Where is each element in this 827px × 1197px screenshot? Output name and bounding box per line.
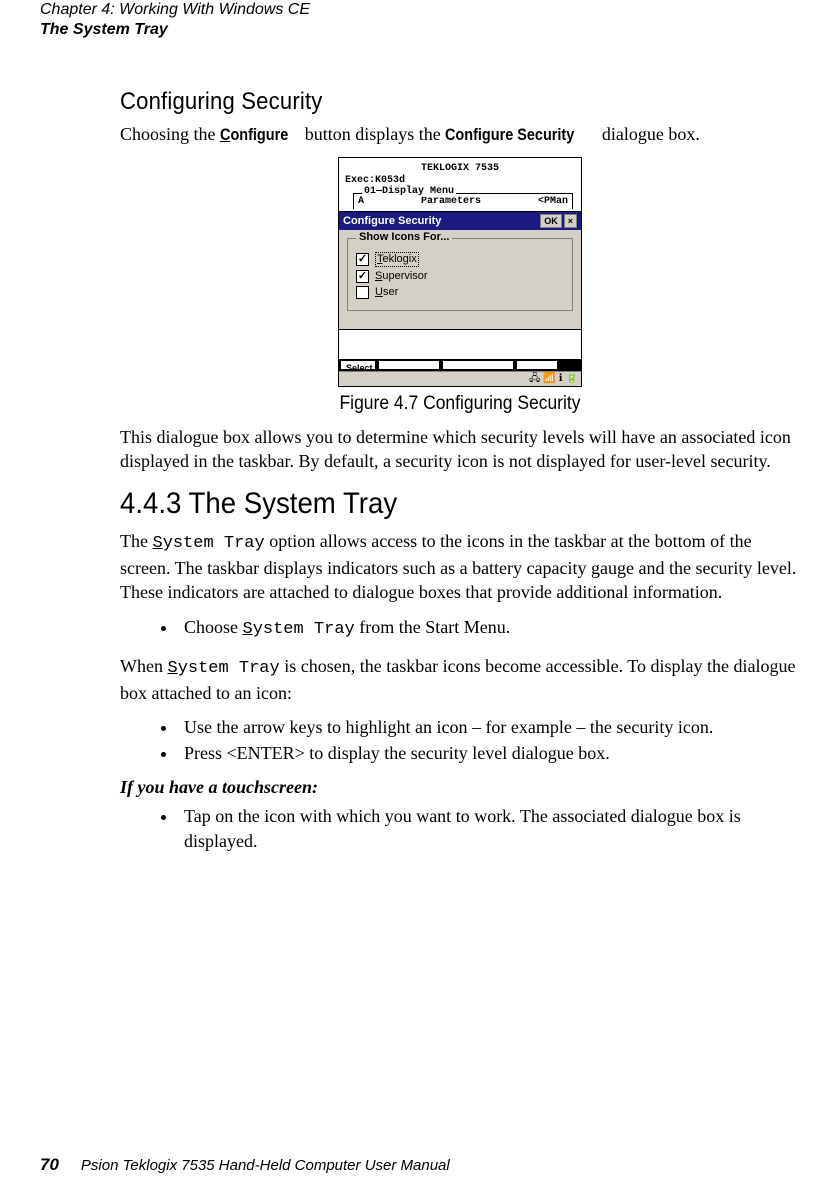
bullet-choose-system-tray: Choose System Tray from the Start Menu.: [178, 615, 800, 642]
start-menu-label: Start Menu: [425, 617, 506, 637]
ok-button[interactable]: OK: [540, 214, 562, 228]
dialog-body: Show Icons For... ✓ Teklogix ✓ Superviso…: [339, 230, 581, 329]
text: When: [120, 656, 167, 676]
configure-security-label: Configure Security: [445, 124, 574, 147]
display-menu-caption: 01—Display Menu: [362, 186, 456, 198]
bullet-list-choose: Choose System Tray from the Start Menu.: [120, 615, 800, 642]
text: Choosing the: [120, 124, 220, 144]
text: .: [506, 617, 511, 637]
bullet-press-enter: Press <ENTER> to display the security le…: [178, 741, 800, 765]
dialog-title-text: Configure Security: [343, 215, 441, 228]
display-menu-frame: 01—Display Menu A Parameters <PMan: [353, 193, 573, 210]
screenshot-configure-security: TEKLOGIX 7535 Exec:K053d 01—Display Menu…: [338, 157, 582, 387]
dialog-titlebar: Configure Security OK ×: [339, 212, 581, 230]
heading-4-4-3: 4.4.3 The System Tray: [120, 487, 746, 521]
text: Choose: [184, 617, 243, 637]
menu-col-params: Parameters: [421, 196, 481, 208]
dialog-configure-security: Configure Security OK × Show Icons For..…: [339, 211, 581, 329]
text: dialogue box.: [597, 124, 699, 144]
checkbox-user[interactable]: [356, 286, 369, 299]
group-show-icons-for: Show Icons For... ✓ Teklogix ✓ Superviso…: [347, 238, 573, 311]
checkbox-row-user: User: [356, 286, 564, 299]
signal-icon[interactable]: 📶: [543, 373, 555, 385]
heading-touchscreen: If you have a touchscreen:: [120, 777, 800, 798]
section-title: The System Tray: [40, 20, 310, 40]
bullet-arrow-keys: Use the arrow keys to highlight an icon …: [178, 715, 800, 739]
text: button displays the: [300, 124, 445, 144]
network-icon[interactable]: 🖧: [529, 373, 540, 385]
page-footer: 70 Psion Teklogix 7535 Hand-Held Computer…: [40, 1155, 450, 1175]
bullet-tap-icon: Tap on the icon with which you want to w…: [178, 804, 800, 853]
checkbox-supervisor[interactable]: ✓: [356, 270, 369, 283]
page-number: 70: [40, 1155, 59, 1174]
screenshot-whitespace: [339, 329, 581, 359]
screenshot-header: TEKLOGIX 7535 Exec:K053d 01—Display Menu…: [339, 158, 581, 212]
info-icon[interactable]: ℹ: [559, 373, 563, 385]
mono-system-tray: System Tray: [152, 534, 264, 553]
menu-col-a: A: [358, 196, 364, 208]
close-button[interactable]: ×: [564, 214, 577, 228]
mono-system-tray: System Tray: [243, 620, 355, 639]
paragraph-after-figure: This dialogue box allows you to determin…: [120, 425, 800, 474]
bullet-list-arrow-enter: Use the arrow keys to highlight an icon …: [120, 715, 800, 766]
menu-col-pman: <PMan: [538, 196, 568, 208]
paragraph-intro: Choosing the Configure button displays t…: [120, 122, 800, 147]
checkbox-teklogix[interactable]: ✓: [356, 253, 369, 266]
screenshot-tray: Select 🖧 📶 ℹ 🔋: [339, 371, 581, 386]
screenshot-statusbar: [339, 359, 581, 371]
paragraph-system-tray-intro: The System Tray option allows access to …: [120, 529, 800, 605]
device-title: TEKLOGIX 7535: [345, 163, 575, 175]
checkbox-row-teklogix: ✓ Teklogix: [356, 252, 564, 267]
chapter-title: Chapter 4: Working With Windows CE: [40, 0, 310, 20]
paragraph-when-chosen: When System Tray is chosen, the taskbar …: [120, 654, 800, 705]
text: The: [120, 531, 152, 551]
bullet-list-tap: Tap on the icon with which you want to w…: [120, 804, 800, 853]
heading-configuring-security: Configuring Security: [120, 88, 746, 116]
figure-caption: Figure 4.7 Configuring Security: [147, 393, 773, 415]
checkbox-label-user: User: [375, 286, 398, 299]
group-label: Show Icons For...: [356, 231, 452, 244]
battery-icon[interactable]: 🔋: [566, 373, 578, 385]
text: from the: [355, 617, 425, 637]
checkbox-label-supervisor: Supervisor: [375, 270, 428, 283]
mono-system-tray: System Tray: [167, 659, 279, 678]
checkbox-row-supervisor: ✓ Supervisor: [356, 270, 564, 283]
configure-label: Configure: [220, 124, 288, 147]
running-header: Chapter 4: Working With Windows CE The S…: [40, 0, 310, 40]
checkbox-label-teklogix: Teklogix: [375, 252, 419, 267]
footer-text: Psion Teklogix 7535 Hand-Held Computer U…: [81, 1157, 450, 1174]
